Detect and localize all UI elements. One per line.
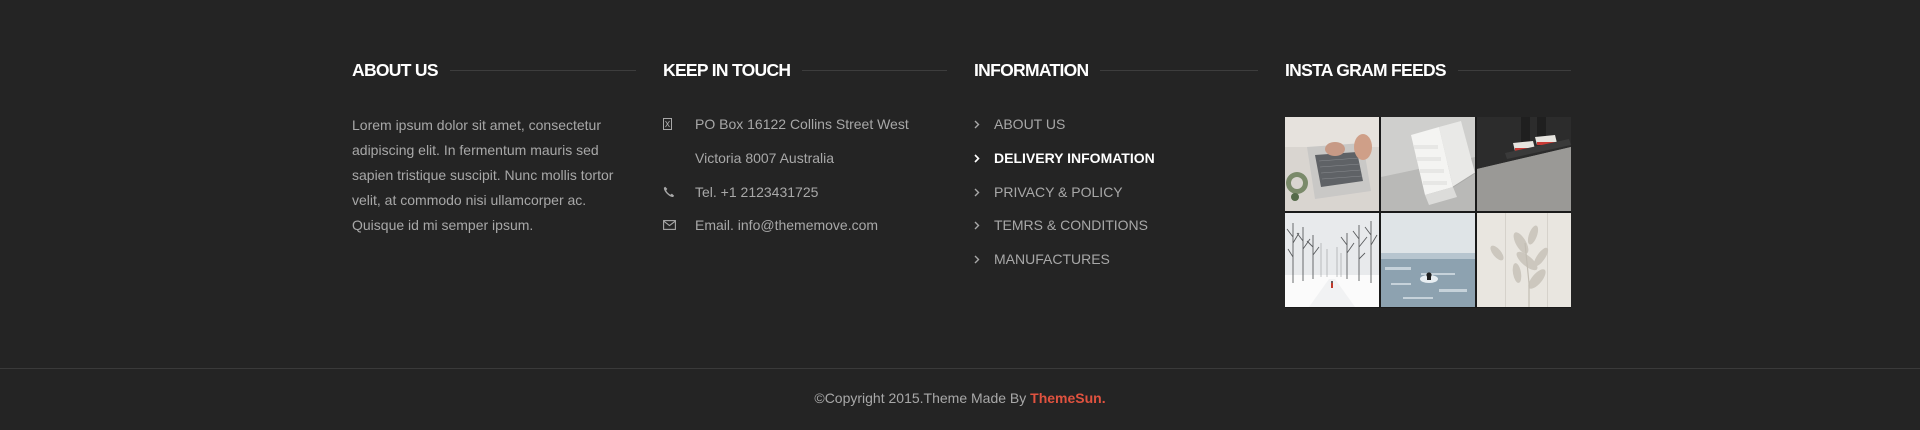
information-title: INFORMATION bbox=[974, 59, 1089, 80]
instagram-photo-sea[interactable] bbox=[1381, 213, 1475, 307]
instagram-heading: INSTA GRAM FEEDS bbox=[1285, 58, 1571, 82]
heading-divider bbox=[449, 69, 636, 71]
email-row: Email. info@thememove.com bbox=[663, 213, 878, 237]
email-text[interactable]: Email. info@thememove.com bbox=[695, 217, 878, 233]
copyright-bar: ©Copyright 2015.Theme Made By ThemeSun. bbox=[0, 390, 1920, 406]
heading-divider bbox=[802, 69, 947, 71]
info-link-terms[interactable]: TEMRS & CONDITIONS bbox=[974, 213, 1148, 237]
contact-title: KEEP IN TOUCH bbox=[663, 59, 791, 80]
address-row: PO Box 16122 Collins Street West bbox=[663, 112, 909, 136]
address-line-1: PO Box 16122 Collins Street West bbox=[695, 116, 909, 132]
heading-divider bbox=[1100, 69, 1258, 71]
footer-divider bbox=[0, 368, 1920, 369]
heading-divider bbox=[1457, 69, 1571, 71]
info-link-label: TEMRS & CONDITIONS bbox=[994, 217, 1149, 233]
information-heading: INFORMATION bbox=[974, 58, 1258, 82]
info-link-label: ABOUT US bbox=[994, 116, 1066, 132]
envelope-icon bbox=[663, 220, 695, 230]
instagram-photo-skateboard[interactable] bbox=[1477, 117, 1571, 211]
brand-link[interactable]: ThemeSun. bbox=[1030, 390, 1105, 406]
chevron-right-icon bbox=[974, 188, 994, 197]
instagram-photo-leaf-shadow[interactable] bbox=[1477, 213, 1571, 307]
chevron-right-icon bbox=[974, 221, 994, 230]
contact-heading: KEEP IN TOUCH bbox=[663, 58, 947, 82]
instagram-photo-laptop[interactable] bbox=[1285, 117, 1379, 211]
instagram-photo-snow-forest[interactable] bbox=[1285, 213, 1379, 307]
footer-top: ABOUT US Lorem ipsum dolor sit amet, con… bbox=[0, 0, 1920, 368]
chevron-right-icon bbox=[974, 120, 994, 129]
copyright-text: ©Copyright 2015.Theme Made By bbox=[814, 390, 1031, 406]
address-row-2: Victoria 8007 Australia bbox=[663, 146, 834, 170]
chevron-right-icon bbox=[974, 153, 994, 163]
info-link-about-us[interactable]: ABOUT US bbox=[974, 112, 1065, 136]
phone-row: Tel. +1 2123431725 bbox=[663, 180, 818, 204]
instagram-title: INSTA GRAM FEEDS bbox=[1285, 59, 1447, 80]
info-link-manufactures[interactable]: MANUFACTURES bbox=[974, 247, 1110, 271]
chevron-right-icon bbox=[974, 255, 994, 264]
info-link-label: PRIVACY & POLICY bbox=[994, 184, 1123, 200]
info-link-label: DELIVERY INFOMATION bbox=[994, 150, 1155, 166]
address-line-2: Victoria 8007 Australia bbox=[695, 150, 835, 166]
map-marker-icon bbox=[663, 118, 695, 130]
about-text: Lorem ipsum dolor sit amet, consectetur … bbox=[352, 117, 614, 233]
info-link-delivery[interactable]: DELIVERY INFOMATION bbox=[974, 146, 1155, 170]
phone-text[interactable]: Tel. +1 2123431725 bbox=[695, 184, 818, 200]
info-link-privacy[interactable]: PRIVACY & POLICY bbox=[974, 180, 1123, 204]
about-title: ABOUT US bbox=[352, 59, 438, 80]
instagram-grid bbox=[1285, 117, 1571, 308]
about-heading: ABOUT US bbox=[352, 58, 636, 82]
info-link-label: MANUFACTURES bbox=[994, 251, 1110, 267]
instagram-photo-stairs[interactable] bbox=[1381, 117, 1475, 211]
phone-icon bbox=[663, 186, 695, 198]
